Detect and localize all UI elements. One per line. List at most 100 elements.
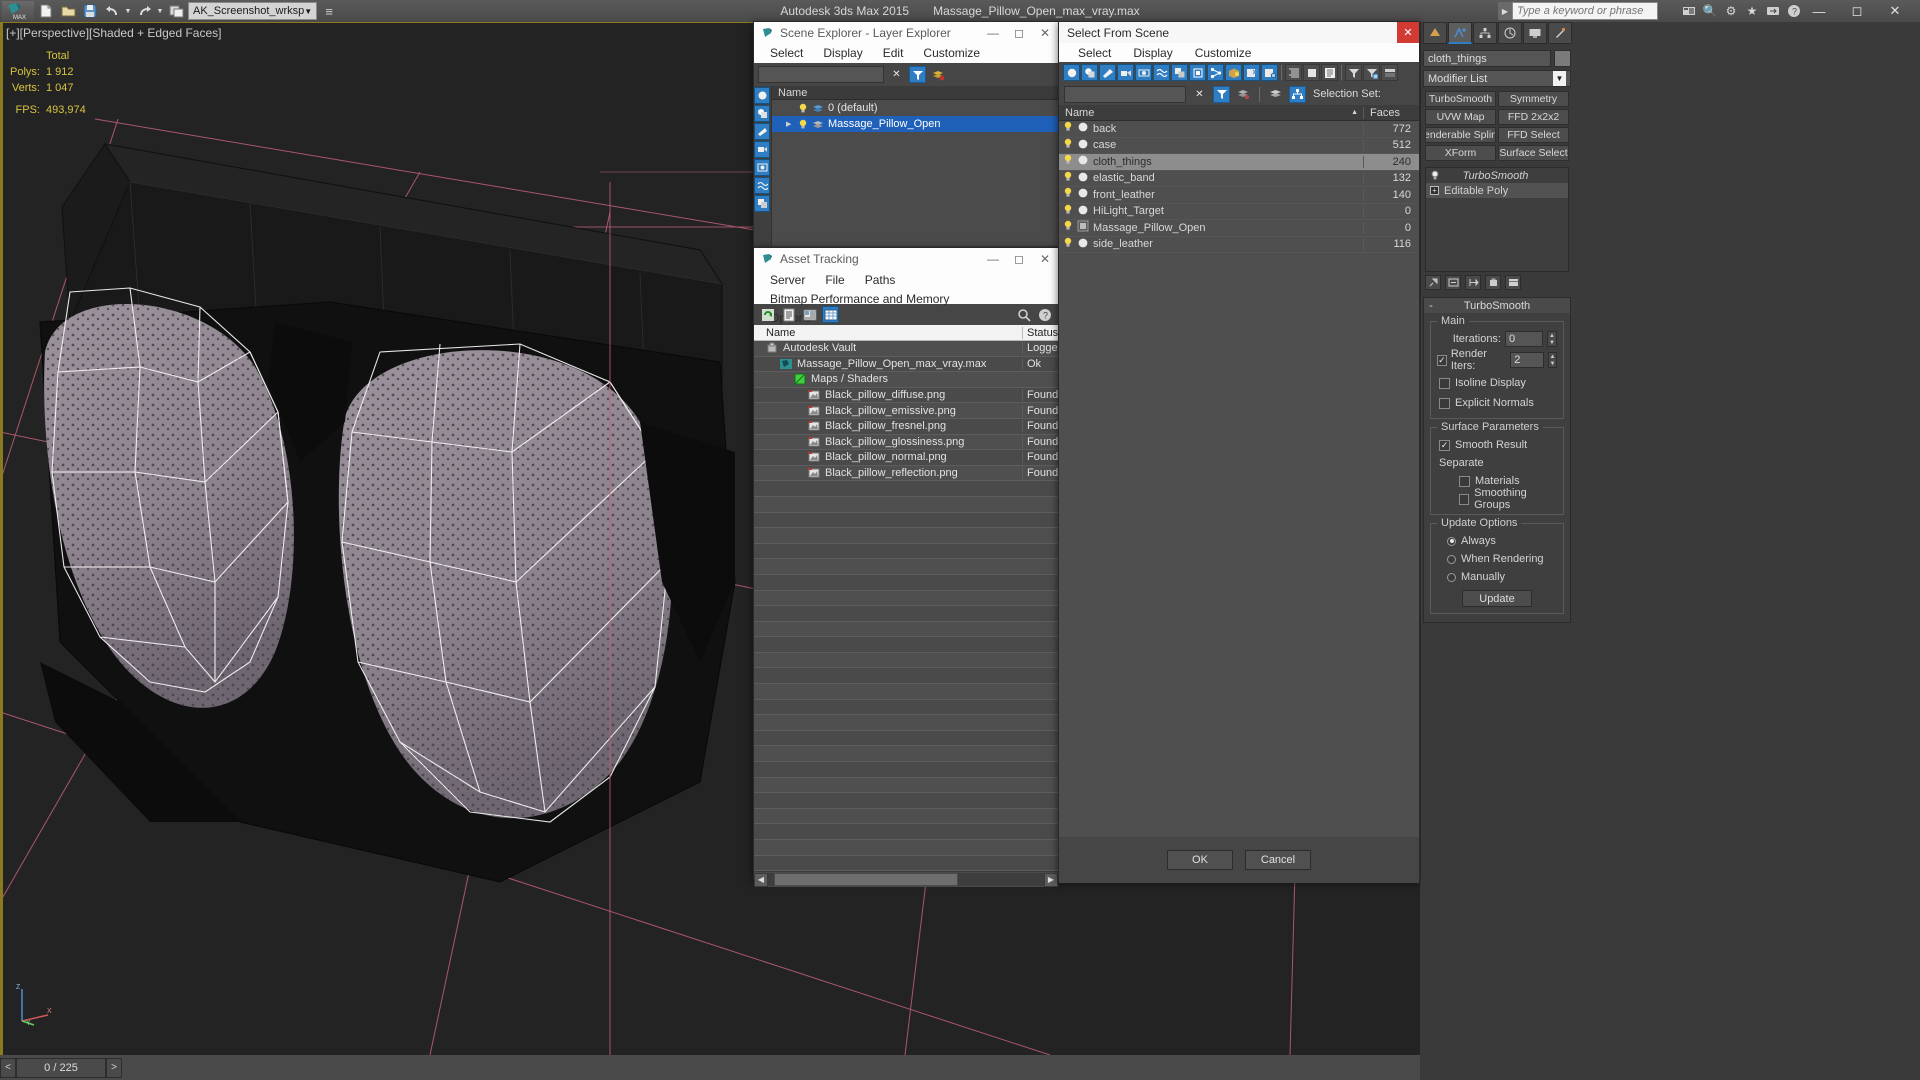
column-status[interactable]: Status	[1022, 326, 1058, 339]
show-end-result-icon[interactable]	[1445, 275, 1461, 290]
help-icon[interactable]: ?	[1786, 3, 1802, 19]
asset-tracking-window-controls[interactable]: — ◻ ✕	[980, 248, 1058, 270]
filter-geometry-icon[interactable]	[754, 87, 770, 104]
modifier-button-ffd-2x2x2[interactable]: FFD 2x2x2	[1498, 109, 1569, 125]
list-view-icon[interactable]	[780, 306, 797, 323]
render-iters-checkbox[interactable]: ✓	[1437, 354, 1447, 366]
menu-select[interactable]: Select	[760, 44, 813, 63]
light-bulb-icon[interactable]	[1063, 237, 1073, 252]
select-from-scene-footer[interactable]: OK Cancel	[1059, 837, 1419, 883]
clear-search-icon[interactable]: ✕	[888, 66, 905, 83]
update-when-rendering-radio[interactable]	[1447, 554, 1456, 564]
column-settings-icon[interactable]	[1381, 64, 1398, 81]
light-bulb-icon[interactable]	[1063, 204, 1073, 219]
menu-customize[interactable]: Customize	[1184, 46, 1263, 60]
command-panel-tabs[interactable]	[1421, 22, 1573, 46]
rollout-header[interactable]: - TurboSmooth	[1424, 298, 1570, 313]
display-bones-icon[interactable]	[1207, 64, 1224, 81]
save-file-icon[interactable]	[80, 1, 100, 21]
scroll-left-icon[interactable]: ◀	[754, 872, 768, 887]
create-tab[interactable]	[1423, 22, 1447, 44]
scene-explorer-column-name[interactable]: Name	[772, 86, 1058, 100]
filter-shapes-icon[interactable]	[754, 105, 770, 122]
expand-plus-icon[interactable]: +	[1430, 186, 1439, 195]
refresh-icon[interactable]	[759, 306, 776, 323]
modifier-button-surface-select[interactable]: Surface Select	[1498, 145, 1569, 161]
display-shapes-icon[interactable]	[1081, 64, 1098, 81]
display-hidden-icon[interactable]	[1261, 64, 1278, 81]
stack-entry-editable-poly[interactable]: + Editable Poly	[1426, 183, 1568, 198]
max-logo-icon[interactable]: MAX	[2, 1, 34, 21]
update-button[interactable]: Update	[1462, 590, 1532, 607]
configure-modifier-sets-icon[interactable]	[1505, 275, 1521, 290]
scroll-thumb[interactable]	[774, 873, 958, 886]
close-icon[interactable]: ✕	[1032, 22, 1058, 44]
minimize-icon[interactable]: —	[980, 248, 1006, 270]
collapse-icon[interactable]: -	[1424, 300, 1438, 312]
menu-display[interactable]: Display	[1122, 46, 1183, 60]
search-input[interactable]	[1512, 2, 1658, 20]
open-file-icon[interactable]	[58, 1, 78, 21]
asset-tracking-rows[interactable]: Autodesk Vault Logge Massage_Pillow_Open…	[754, 341, 1058, 871]
display-xrefs-icon[interactable]	[1189, 64, 1206, 81]
iterations-spinner[interactable]: ▲ ▼	[1547, 331, 1557, 347]
separate-materials-checkbox[interactable]	[1459, 475, 1470, 487]
menu-display[interactable]: Display	[813, 44, 872, 63]
scene-explorer-menu-bar[interactable]: Select Display Edit Customize	[754, 44, 1058, 63]
minimize-icon[interactable]: —	[1808, 2, 1830, 20]
maximize-icon[interactable]: ◻	[1006, 248, 1032, 270]
maximize-icon[interactable]: ◻	[1006, 22, 1032, 44]
table-row[interactable]: front_leather 140	[1059, 187, 1419, 204]
table-row[interactable]: HiLight_Target 0	[1059, 204, 1419, 220]
table-row[interactable]: Black_pillow_reflection.png Found	[754, 466, 1058, 482]
cancel-button[interactable]: Cancel	[1245, 850, 1311, 870]
chevron-down-icon[interactable]: ▼	[1553, 71, 1566, 86]
display-containers-icon[interactable]	[1225, 64, 1242, 81]
communication-center-icon[interactable]	[1681, 3, 1697, 19]
clear-search-icon[interactable]: ✕	[1191, 86, 1208, 103]
table-row[interactable]: Black_pillow_normal.png Found	[754, 450, 1058, 466]
menu-select[interactable]: Select	[1067, 46, 1122, 60]
modifier-button-renderable-spline[interactable]: enderable Splin	[1425, 127, 1496, 143]
quick-access-toolbar[interactable]: MAX ▼ ▼ AK_Screenshot_wrksp ▼ ≡	[0, 0, 339, 22]
select-from-scene-list[interactable]: back 772 case 512 cloth_things 240 elast…	[1059, 121, 1419, 837]
light-bulb-icon[interactable]	[1063, 154, 1073, 169]
scene-search-input[interactable]	[1064, 85, 1186, 103]
menu-customize[interactable]: Customize	[913, 44, 990, 63]
display-tab[interactable]	[1523, 22, 1547, 44]
filter-groups-icon[interactable]	[754, 195, 770, 212]
display-lights-icon[interactable]	[1099, 64, 1116, 81]
motion-tab[interactable]	[1498, 22, 1522, 44]
workspace-selector[interactable]: AK_Screenshot_wrksp ▼	[188, 2, 318, 20]
light-bulb-icon[interactable]	[798, 103, 808, 114]
modifier-button-uvw-map[interactable]: UVW Map	[1425, 109, 1496, 125]
column-name[interactable]: Name	[754, 327, 1022, 339]
filter-spacewarps-icon[interactable]	[754, 177, 770, 194]
menu-server[interactable]: Server	[760, 271, 815, 290]
detail-view-icon[interactable]	[801, 306, 818, 323]
table-row[interactable]: Black_pillow_glossiness.png Found	[754, 435, 1058, 451]
new-scene-icon[interactable]	[36, 1, 56, 21]
table-row[interactable]: Black_pillow_fresnel.png Found	[754, 418, 1058, 435]
undo-dropdown-icon[interactable]: ▼	[124, 1, 132, 21]
menu-file[interactable]: File	[815, 271, 854, 290]
table-row[interactable]: Black_pillow_diffuse.png Found	[754, 387, 1058, 404]
isoline-display-checkbox[interactable]	[1439, 377, 1450, 389]
display-spacewarps-icon[interactable]	[1153, 64, 1170, 81]
filter-icon[interactable]	[909, 66, 926, 83]
light-bulb-icon[interactable]	[1063, 220, 1073, 235]
separate-smoothing-groups-checkbox[interactable]	[1459, 493, 1470, 505]
smooth-result-checkbox[interactable]: ✓	[1439, 439, 1450, 451]
filter-cameras-icon[interactable]	[754, 141, 770, 158]
layers-off-icon[interactable]	[1235, 86, 1252, 103]
modifier-button-turbosmooth[interactable]: TurboSmooth	[1425, 91, 1496, 107]
expand-all-icon[interactable]	[1285, 64, 1302, 81]
scene-explorer-filter-toolbar[interactable]	[754, 86, 771, 246]
menu-paths[interactable]: Paths	[855, 271, 906, 290]
light-bulb-icon[interactable]	[798, 119, 808, 130]
collapse-all-icon[interactable]	[1303, 64, 1320, 81]
display-helpers-icon[interactable]	[1135, 64, 1152, 81]
display-frozen-icon[interactable]	[1243, 64, 1260, 81]
modifier-list-dropdown[interactable]: Modifier List ▼	[1423, 70, 1571, 87]
filter-settings-icon[interactable]	[1363, 64, 1380, 81]
